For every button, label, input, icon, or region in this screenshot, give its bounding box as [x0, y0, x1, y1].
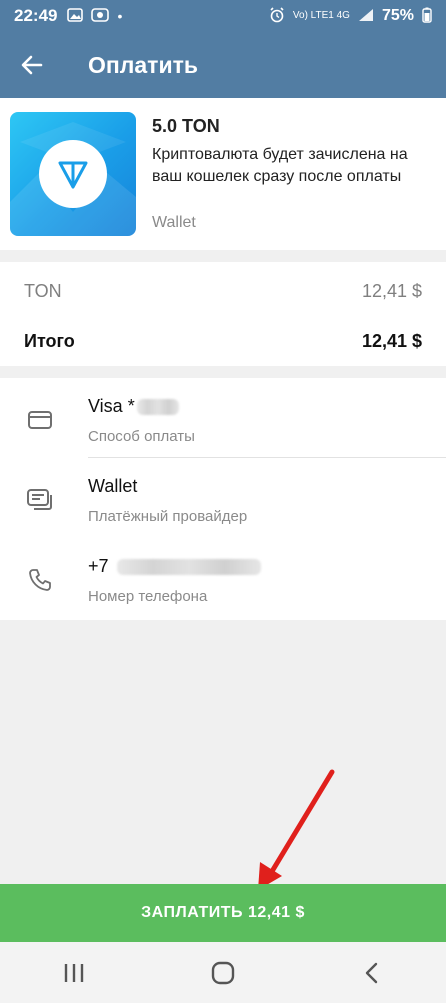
back-button[interactable]	[0, 32, 64, 98]
payment-details: Visa * Способ оплаты Wallet Платёжный пр…	[0, 378, 446, 620]
product-image	[10, 112, 136, 236]
product-title: 5.0 TON	[152, 116, 220, 136]
back-arrow-icon	[21, 55, 43, 75]
nav-back-button[interactable]	[342, 953, 402, 993]
phone-value: +7	[88, 556, 261, 577]
status-right: Vo) LTE1 4G 75%	[269, 6, 432, 26]
battery-icon	[422, 7, 432, 26]
nav-recents-icon	[65, 963, 84, 982]
phone-icon	[26, 566, 54, 594]
nav-recents-button[interactable]	[44, 953, 104, 993]
phone-label: Номер телефона	[88, 588, 208, 605]
price-row-total: Итого 12,41 $	[24, 326, 422, 356]
gallery-icon	[67, 7, 84, 25]
pay-button[interactable]: ЗАПЛАТИТЬ 12,41 $	[0, 884, 446, 942]
annotation-arrow	[258, 769, 335, 890]
battery-percent: 75%	[381, 7, 414, 24]
card-digits-redacted	[136, 399, 179, 416]
provider-label: Платёжный провайдер	[88, 508, 248, 525]
dot-icon: •	[117, 8, 123, 24]
phone-number-redacted	[116, 559, 261, 576]
card-icon	[26, 406, 54, 434]
price-item-value: 12,41 $	[361, 280, 422, 301]
status-time: 22:49	[14, 6, 58, 25]
nav-home-button[interactable]	[193, 953, 253, 993]
price-summary: TON 12,41 $ Итого 12,41 $	[0, 262, 446, 366]
card-value: Visa *	[88, 396, 179, 417]
provider-value: Wallet	[88, 476, 138, 496]
product-description: Криптовалюта будет зачислена на ваш коше…	[152, 146, 408, 185]
ton-logo-icon	[39, 140, 107, 208]
card-label: Способ оплаты	[88, 428, 195, 445]
payment-method-row[interactable]: Visa * Способ оплаты	[0, 378, 446, 458]
notification-icon	[91, 7, 110, 25]
phone-row[interactable]: +7 Номер телефона	[0, 538, 446, 618]
product-card: 5.0 TON Криптовалюта будет зачислена на …	[0, 98, 446, 250]
alarm-icon	[269, 6, 285, 26]
product-seller: Wallet	[152, 214, 196, 231]
price-total-label: Итого	[24, 330, 75, 351]
phone-prefix: +7	[88, 556, 109, 576]
system-nav-bar	[0, 942, 446, 1003]
status-bar: 22:49 • Vo) LTE1 4G 75%	[0, 0, 446, 32]
payment-provider-row[interactable]: Wallet Платёжный провайдер	[0, 458, 446, 538]
nav-back-icon	[365, 962, 377, 983]
app-bar: Оплатить	[0, 32, 446, 98]
price-total-value: 12,41 $	[361, 330, 422, 351]
signal-icon	[358, 8, 374, 25]
page-title: Оплатить	[88, 51, 198, 78]
network-indicator: Vo) LTE1 4G	[292, 10, 350, 21]
price-row-item: TON 12,41 $	[24, 276, 422, 306]
price-item-label: TON	[24, 280, 62, 301]
nav-home-icon	[211, 961, 235, 984]
card-number: Visa *	[88, 396, 135, 416]
provider-icon	[26, 486, 54, 514]
